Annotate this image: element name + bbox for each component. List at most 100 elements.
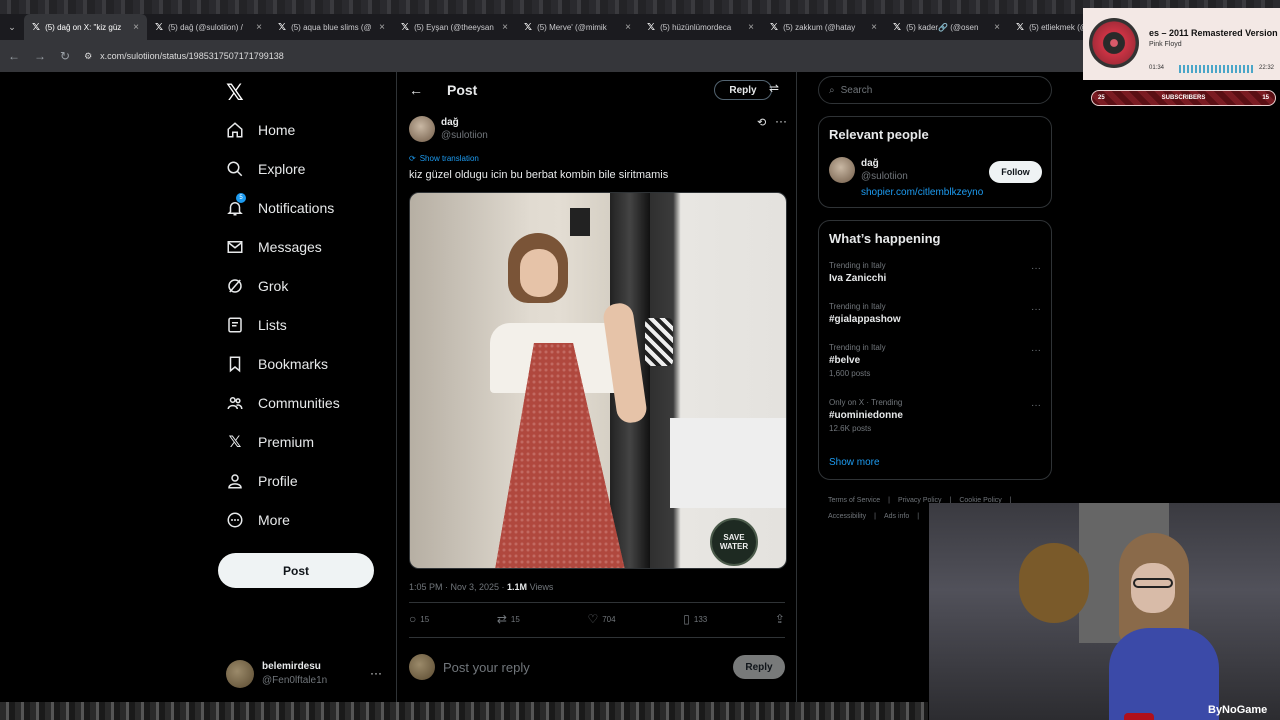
webcam-plush [1019,543,1089,623]
more-dots-icon[interactable]: ··· [1031,400,1041,411]
browser-tab[interactable]: 𝕏 (5) Merve' (@mimik × [516,14,639,40]
song-title: es – 2011 Remastered Version [1149,28,1278,38]
post-header: ← Post Reply ⇌ [397,72,797,108]
more-dots-icon[interactable]: ··· [1031,304,1041,315]
close-tab-icon[interactable]: × [502,22,508,33]
sidebar-item-premium[interactable]: 𝕏 Premium [226,433,314,451]
browser-tab[interactable]: 𝕏 (5) kader🔗 (@osen × [885,14,1008,40]
close-tab-icon[interactable]: × [379,22,385,33]
person-names: dağ @sulotiion [861,158,908,182]
reload-icon[interactable]: ↻ [60,49,70,63]
close-tab-icon[interactable]: × [748,22,754,33]
image-person [470,233,673,568]
url-field[interactable]: ⚙ x.com/sulotiion/status/1985317507171799… [84,51,284,62]
sidebar-item-notifications[interactable]: 5 Notifications [226,193,334,217]
divider [409,602,785,603]
sidebar-item-profile[interactable]: Profile [226,472,298,490]
repost-action[interactable]: ⇄ 15 [497,612,520,626]
bookmark-icon: ▯ [683,612,690,626]
x-logo-icon: 𝕏 [647,21,656,33]
x-logo-icon: 𝕏 [278,21,287,33]
sidebar-item-label: Explore [258,161,306,177]
image-bed [670,418,786,508]
back-arrow-icon[interactable]: ← [8,49,20,63]
post-button[interactable]: Post [218,553,374,588]
browser-tab[interactable]: 𝕏 (5) zakkum (@hatay × [762,14,885,40]
trend-item[interactable]: Trending in Italy #gialappashow ··· [829,302,1043,325]
sidebar-item-home[interactable]: Home [226,121,295,139]
sidebar-item-communities[interactable]: Communities [226,394,340,412]
sidebar-item-label: Bookmarks [258,356,329,372]
x-logo-icon: 𝕏 [770,21,779,33]
post-author[interactable]: dağ @sulotiion [409,116,488,142]
more-dots-icon[interactable]: ··· [775,114,787,128]
search-icon [226,160,244,178]
reply-button-top[interactable]: Reply [714,80,772,100]
grok-icon[interactable]: ⟲ [757,116,766,129]
close-tab-icon[interactable]: × [133,22,139,33]
whats-happening-card: What’s happening Trending in Italy Iva Z… [818,220,1052,480]
save-water-badge: SAVE WATER [710,518,758,566]
footer-link[interactable]: Ads info [884,513,909,520]
browser-tab[interactable]: 𝕏 (5) dağ (@sulotiion) / × [147,14,270,40]
site-settings-icon[interactable]: ⚙ [84,51,92,62]
image-face [520,249,558,297]
notification-badge: 5 [236,193,246,203]
sidebar-item-label: Messages [258,239,322,255]
waveform [1179,65,1253,73]
webcam-streamer [1109,533,1229,720]
account-switcher[interactable]: belemirdesu @Fen0lftale1n ··· [226,660,386,688]
more-dots-icon[interactable]: ··· [1031,345,1041,356]
x-home-logo-icon[interactable]: 𝕏 [226,80,244,106]
sidebar-item-more[interactable]: More [226,511,290,529]
show-translation-link[interactable]: ⟳ Show translation [409,154,479,163]
more-dots-icon[interactable]: ··· [1031,263,1041,274]
sliders-icon[interactable]: ⇌ [769,81,779,95]
post-text: kiz güzel oldugu icin bu berbat kombin b… [409,169,669,181]
more-dots-icon[interactable]: ··· [370,666,382,680]
sidebar-item-messages[interactable]: Messages [226,238,322,256]
relevant-person[interactable]: dağ @sulotiion shopier.com/citlemblkzeyn… [829,157,983,198]
sidebar-item-grok[interactable]: Grok [226,277,288,295]
reply-action[interactable]: ○ 15 [409,612,429,626]
browser-tab[interactable]: 𝕏 (5) Eyşan (@theeysan × [393,14,516,40]
close-tab-icon[interactable]: × [871,22,877,33]
close-tab-icon[interactable]: × [994,22,1000,33]
like-action[interactable]: ♡ 704 [587,612,615,626]
close-tab-icon[interactable]: × [625,22,631,33]
bookmark-icon [226,355,244,373]
browser-tab[interactable]: 𝕏 (5) aqua blue slims (@ × [270,14,393,40]
trend-item[interactable]: Trending in Italy #belve 1,600 posts ··· [829,343,1043,378]
browser-tab[interactable]: 𝕏 (5) hüzünlümordeca × [639,14,762,40]
profile-link[interactable]: shopier.com/citlemblkzeyno [861,187,983,198]
sidebar-item-bookmarks[interactable]: Bookmarks [226,355,328,373]
home-icon [226,121,244,139]
forward-arrow-icon[interactable]: → [34,49,46,63]
sidebar-item-label: Profile [258,473,298,489]
search-input[interactable]: ⌕ Search [818,76,1052,104]
reply-input[interactable]: Post your reply [443,660,725,675]
now-playing-widget: es – 2011 Remastered Version Pink Floyd … [1083,8,1280,80]
avatar [226,660,254,688]
share-action[interactable]: ⇪ [775,612,785,626]
footer-link[interactable]: Accessibility [828,513,866,520]
browser-tab-active[interactable]: 𝕏 (5) dağ on X: "kiz güz × [24,14,147,40]
footer-link[interactable]: Terms of Service [828,497,880,504]
trend-item[interactable]: Trending in Italy Iva Zanicchi ··· [829,261,1043,284]
trend-item[interactable]: Only on X · Trending #uominiedonne 12.6K… [829,398,1043,433]
tab-list-chevron-icon[interactable]: ⌄ [0,14,24,40]
show-more-link[interactable]: Show more [829,457,880,468]
back-arrow-icon[interactable]: ← [409,82,423,98]
reply-composer: Post your reply Reply [409,652,785,682]
close-tab-icon[interactable]: × [256,22,262,33]
reply-submit-button[interactable]: Reply [733,655,785,679]
x-logo-icon: 𝕏 [155,21,164,33]
song-artist: Pink Floyd [1149,41,1182,48]
sidebar-item-explore[interactable]: Explore [226,160,305,178]
post-image[interactable]: SAVE WATER [409,192,787,569]
image-phone [645,318,673,366]
follow-button[interactable]: Follow [989,161,1042,183]
bookmark-action[interactable]: ▯ 133 [683,612,707,626]
sidebar-item-lists[interactable]: Lists [226,316,287,334]
more-circle-icon [226,511,244,529]
